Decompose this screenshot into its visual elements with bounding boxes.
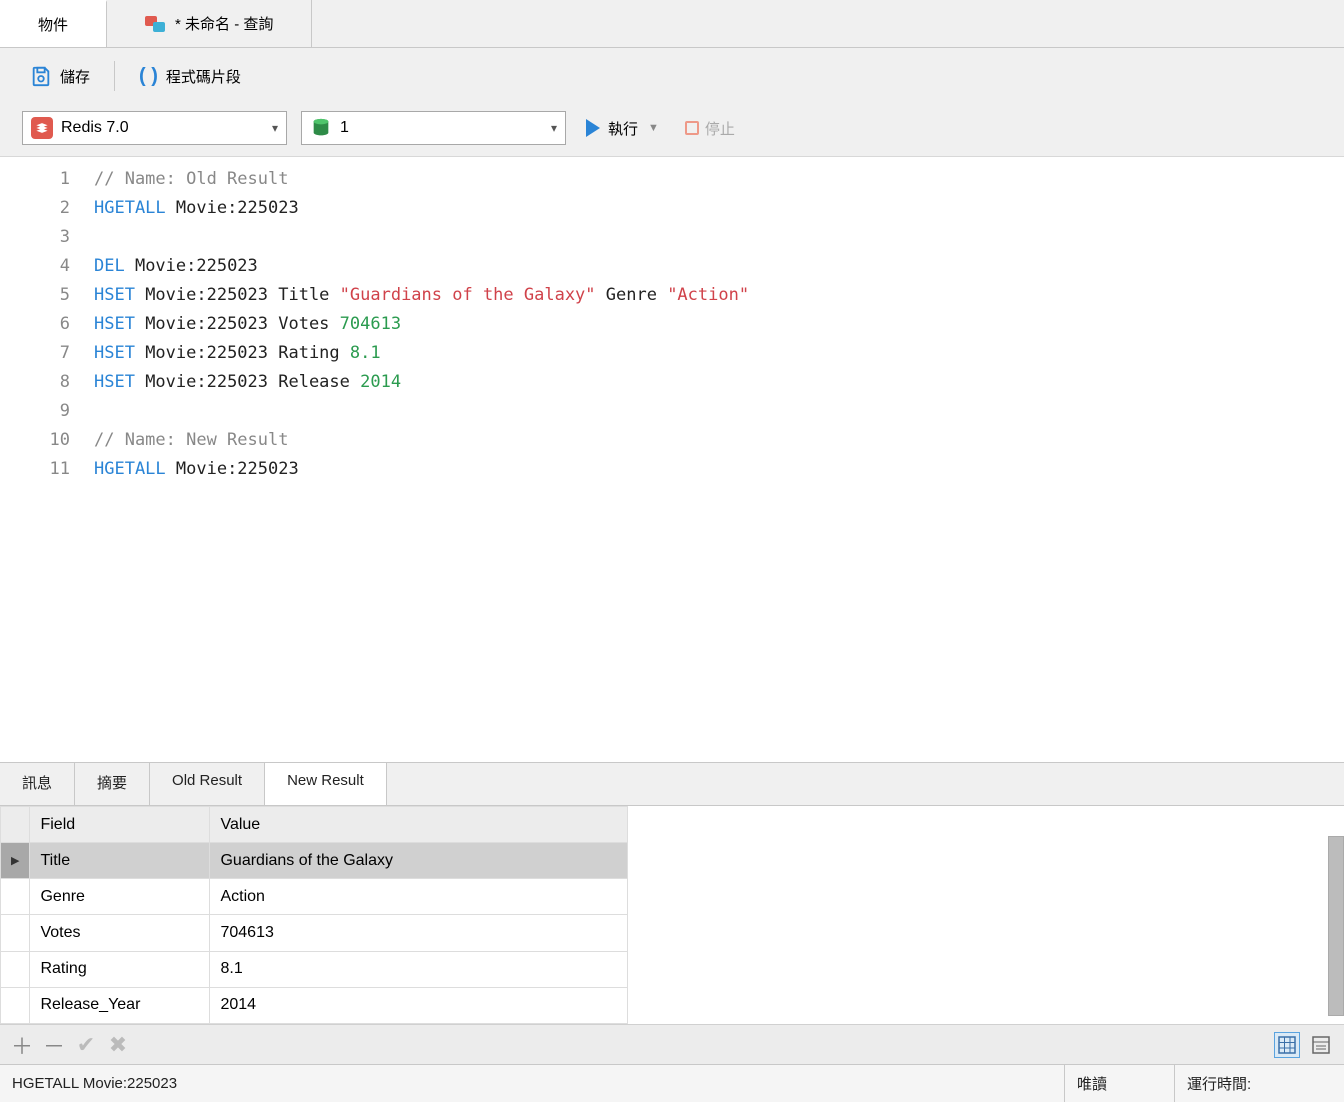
line-number: 2 [0,194,70,223]
snippet-label: 程式碼片段 [166,66,241,87]
redis-icon [31,117,53,139]
line-number: 9 [0,397,70,426]
line-number: 7 [0,339,70,368]
code-editor[interactable]: 1234567891011 // Name: Old ResultHGETALL… [0,156,1344,762]
code-line[interactable]: HSET Movie:225023 Title "Guardians of th… [94,281,1344,310]
cell-value[interactable]: 8.1 [210,951,628,987]
code-line[interactable]: HSET Movie:225023 Release 2014 [94,368,1344,397]
vertical-scrollbar[interactable] [1328,836,1344,1016]
row-indicator: ▶ [1,843,30,879]
line-number-gutter: 1234567891011 [0,157,80,762]
play-icon [586,119,600,137]
cell-field[interactable]: Rating [30,951,210,987]
line-number: 11 [0,455,70,484]
database-name: 1 [340,119,543,137]
cell-value[interactable]: 2014 [210,987,628,1023]
line-number: 3 [0,223,70,252]
column-header-value[interactable]: Value [210,807,628,843]
code-line[interactable]: // Name: New Result [94,426,1344,455]
status-readonly: 唯讀 [1064,1065,1174,1102]
code-line[interactable]: HSET Movie:225023 Votes 704613 [94,310,1344,339]
cell-field[interactable]: Genre [30,879,210,915]
row-indicator [1,915,30,951]
run-label: 執行 [608,118,638,139]
server-dropdown[interactable]: Redis 7.0 ▾ [22,111,287,145]
table-row[interactable]: Rating8.1 [1,951,628,987]
line-number: 8 [0,368,70,397]
remove-row-button[interactable]: － [42,1033,66,1057]
line-number: 6 [0,310,70,339]
result-tab-bar: 訊息 摘要 Old Result New Result [0,762,1344,806]
tab-label: 物件 [38,14,68,35]
row-indicator [1,987,30,1023]
cell-field[interactable]: Votes [30,915,210,951]
stop-button: 停止 [679,118,741,139]
status-query: HGETALL Movie:225023 [0,1065,1064,1102]
cell-value[interactable]: 704613 [210,915,628,951]
row-indicator [1,879,30,915]
code-line[interactable] [94,223,1344,252]
cancel-button[interactable]: ✖ [106,1033,130,1057]
status-runtime: 運行時間: [1174,1065,1344,1102]
code-line[interactable]: HGETALL Movie:225023 [94,455,1344,484]
dropdown-caret-icon[interactable]: ▼ [648,122,659,134]
toolbar-divider [114,61,115,91]
tab-query[interactable]: * 未命名 - 查詢 [107,0,312,47]
document-tab-bar: 物件 * 未命名 - 查詢 [0,0,1344,48]
tab-label: * 未命名 - 查詢 [175,13,273,34]
chevron-down-icon: ▾ [272,121,278,135]
result-toolbar: ＋ － ✔ ✖ [0,1024,1344,1064]
tab-objects[interactable]: 物件 [0,0,107,47]
cell-field[interactable]: Release_Year [30,987,210,1023]
table-row[interactable]: Votes704613 [1,915,628,951]
result-panel: FieldValue▶TitleGuardians of the GalaxyG… [0,806,1344,1024]
stop-icon [685,121,699,135]
save-icon [30,65,52,87]
form-icon [1312,1036,1330,1054]
tab-new-result[interactable]: New Result [265,763,387,805]
code-line[interactable]: HGETALL Movie:225023 [94,194,1344,223]
row-indicator-header [1,807,30,843]
cell-value[interactable]: Guardians of the Galaxy [210,843,628,879]
stop-label: 停止 [705,118,735,139]
save-label: 儲存 [60,66,90,87]
line-number: 10 [0,426,70,455]
line-number: 4 [0,252,70,281]
tab-messages[interactable]: 訊息 [0,763,75,805]
grid-view-button[interactable] [1274,1032,1300,1058]
add-row-button[interactable]: ＋ [10,1033,34,1057]
cell-field[interactable]: Title [30,843,210,879]
toolbar-run: Redis 7.0 ▾ 1 ▾ 執行 ▼ 停止 [0,104,1344,156]
tab-old-result[interactable]: Old Result [150,763,265,805]
cell-value[interactable]: Action [210,879,628,915]
tab-summary[interactable]: 摘要 [75,763,150,805]
result-table[interactable]: FieldValue▶TitleGuardians of the GalaxyG… [0,806,628,1024]
query-tab-icon [145,14,165,34]
code-line[interactable]: DEL Movie:225023 [94,252,1344,281]
run-button[interactable]: 執行 ▼ [580,118,665,139]
server-name: Redis 7.0 [61,119,264,137]
database-dropdown[interactable]: 1 ▾ [301,111,566,145]
table-row[interactable]: Release_Year2014 [1,987,628,1023]
save-button[interactable]: 儲存 [22,61,98,91]
line-number: 5 [0,281,70,310]
chevron-down-icon: ▾ [551,121,557,135]
row-indicator [1,951,30,987]
code-line[interactable] [94,397,1344,426]
form-view-button[interactable] [1308,1032,1334,1058]
grid-icon [1278,1036,1296,1054]
status-bar: HGETALL Movie:225023 唯讀 運行時間: [0,1064,1344,1102]
table-row[interactable]: ▶TitleGuardians of the Galaxy [1,843,628,879]
code-content[interactable]: // Name: Old ResultHGETALL Movie:225023 … [80,157,1344,762]
code-line[interactable]: HSET Movie:225023 Rating 8.1 [94,339,1344,368]
toolbar-file: 儲存 ( ) 程式碼片段 [0,48,1344,104]
database-icon [310,117,332,139]
code-line[interactable]: // Name: Old Result [94,165,1344,194]
apply-button[interactable]: ✔ [74,1033,98,1057]
line-number: 1 [0,165,70,194]
snippet-button[interactable]: ( ) 程式碼片段 [131,61,249,92]
parentheses-icon: ( ) [139,65,158,88]
table-row[interactable]: GenreAction [1,879,628,915]
column-header-field[interactable]: Field [30,807,210,843]
